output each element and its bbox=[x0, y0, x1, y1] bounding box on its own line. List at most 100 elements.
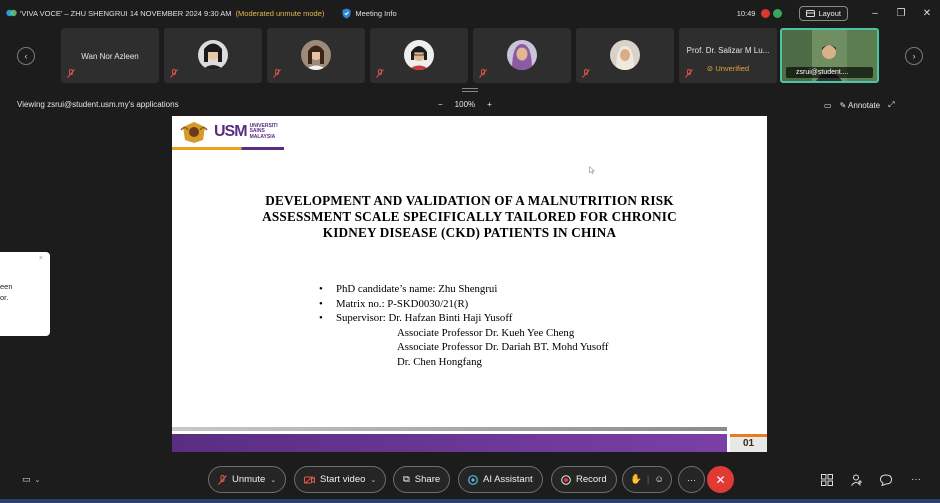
chat-icon[interactable] bbox=[880, 474, 892, 486]
chevron-down-icon[interactable]: ⌄ bbox=[270, 476, 276, 484]
reactions-button[interactable]: ✋ | ☺ bbox=[622, 466, 673, 493]
self-view-tile[interactable]: zsrui@student.... bbox=[780, 28, 879, 83]
shield-icon[interactable] bbox=[342, 8, 351, 19]
mic-muted-icon bbox=[685, 69, 693, 78]
strip-prev-button[interactable]: ‹ bbox=[17, 47, 35, 65]
record-icon bbox=[561, 474, 571, 485]
participant-video bbox=[198, 40, 228, 70]
restore-button[interactable]: ❐ bbox=[888, 8, 914, 19]
network-status-icon bbox=[773, 8, 783, 18]
resize-handle[interactable] bbox=[462, 88, 478, 92]
layout-icon bbox=[806, 9, 816, 17]
list-item: • Matrix no.: P-SKD0030/21(R) bbox=[319, 297, 609, 312]
mic-muted-icon bbox=[582, 69, 590, 78]
meeting-title: 'VIVA VOCE' – ZHU SHENGRUI 14 NOVEMBER 2… bbox=[20, 8, 232, 18]
co-supervisor: Dr. Chen Hongfang bbox=[397, 355, 482, 368]
fullscreen-icon[interactable]: ⤢ bbox=[888, 100, 894, 110]
mic-muted-icon bbox=[170, 69, 178, 78]
mic-muted-icon bbox=[273, 69, 281, 78]
usm-logo-subtitle: UNIVERSITI SAINS MALAYSIA bbox=[250, 123, 278, 141]
record-button[interactable]: Record bbox=[551, 466, 617, 493]
footer-grey-bar bbox=[172, 427, 727, 431]
participant-video bbox=[507, 40, 537, 70]
emoji-icon[interactable]: ☺ bbox=[654, 474, 664, 485]
chevron-down-icon[interactable]: ⌄ bbox=[370, 476, 376, 484]
zoom-in-button[interactable]: + bbox=[487, 100, 492, 109]
title-line: KIDNEY DISEASE (CKD) PATIENTS IN CHINA bbox=[322, 225, 617, 240]
more-options-button[interactable]: ··· bbox=[678, 466, 705, 493]
annotate-controls: ▭ ✎ Annotate ⤢ bbox=[824, 100, 894, 110]
toast-line: een bbox=[0, 282, 13, 291]
slide-page-number: 01 bbox=[730, 434, 767, 452]
unmute-label: Unmute bbox=[232, 474, 266, 485]
participant-tile[interactable] bbox=[576, 28, 674, 83]
matrix-number: Matrix no.: P-SKD0030/21(R) bbox=[336, 297, 469, 310]
annotate-label: Annotate bbox=[848, 100, 881, 110]
notification-toast[interactable]: × een or. bbox=[0, 252, 50, 336]
meeting-info-link[interactable]: Meeting Info bbox=[355, 9, 396, 18]
ai-assistant-icon bbox=[468, 474, 478, 485]
participant-tile[interactable] bbox=[267, 28, 365, 83]
ai-assistant-button[interactable]: AI Assistant bbox=[458, 466, 543, 493]
mic-muted-icon bbox=[218, 474, 227, 485]
mouse-cursor-icon bbox=[589, 166, 595, 174]
divider: | bbox=[646, 474, 650, 485]
minimize-button[interactable]: – bbox=[862, 8, 888, 19]
mic-muted-icon bbox=[376, 69, 384, 78]
annotate-button[interactable]: ✎ Annotate bbox=[840, 101, 881, 110]
pen-icon: ✎ bbox=[839, 100, 847, 110]
chevron-left-icon: ‹ bbox=[24, 51, 28, 61]
close-window-button[interactable]: ✕ bbox=[914, 8, 940, 19]
co-supervisor: Associate Professor Dr. Kueh Yee Cheng bbox=[397, 326, 575, 339]
toast-line: or. bbox=[0, 293, 9, 302]
logo-underline bbox=[172, 147, 284, 150]
chevron-right-icon: › bbox=[912, 51, 916, 61]
participants-icon[interactable] bbox=[851, 474, 863, 486]
candidate-name: PhD candidate’s name: Zhu Shengrui bbox=[336, 283, 498, 295]
participant-video bbox=[610, 40, 640, 70]
participant-tile[interactable] bbox=[164, 28, 262, 83]
unmute-button[interactable]: Unmute ⌄ bbox=[208, 466, 287, 493]
zoom-out-button[interactable]: − bbox=[438, 100, 443, 109]
participant-video bbox=[404, 40, 434, 70]
end-meeting-button[interactable]: ✕ bbox=[707, 466, 734, 493]
start-video-button[interactable]: Start video ⌄ bbox=[294, 466, 387, 493]
co-supervisor: Associate Professor Dr. Dariah BT. Mohd … bbox=[397, 341, 609, 354]
participant-strip: ‹ Wan Nor Azleen Prof. Dr. Salizar M Lu.… bbox=[0, 26, 940, 88]
close-icon[interactable]: × bbox=[39, 255, 43, 262]
more-panels-icon[interactable]: ··· bbox=[911, 474, 921, 485]
picture-in-picture-icon[interactable]: ▭ bbox=[824, 101, 832, 110]
apps-icon[interactable] bbox=[821, 474, 833, 486]
self-name-label: zsrui@student.... bbox=[786, 67, 873, 78]
participant-tile[interactable]: Prof. Dr. Salizar M Lu... ⊘ Unverified bbox=[679, 28, 777, 83]
participant-tile[interactable]: Wan Nor Azleen bbox=[61, 28, 159, 83]
layout-button[interactable]: Layout bbox=[799, 5, 848, 21]
title-line: DEVELOPMENT AND VALIDATION OF A MALNUTRI… bbox=[265, 193, 674, 208]
moderated-mode-label: (Moderated unmute mode) bbox=[235, 8, 325, 18]
participant-tile[interactable] bbox=[473, 28, 571, 83]
start-video-label: Start video bbox=[320, 474, 366, 485]
bullet-icon: • bbox=[319, 312, 323, 325]
clock: 10:49 bbox=[736, 8, 756, 18]
title-bar: 'VIVA VOCE' – ZHU SHENGRUI 14 NOVEMBER 2… bbox=[0, 0, 940, 26]
meeting-controls: ▭ ⌄ Unmute ⌄ Start video ⌄ ⧉ Share AI Ass… bbox=[0, 466, 940, 497]
zoom-controls: − 100% + bbox=[438, 100, 492, 109]
usm-logo-word: USM bbox=[214, 123, 248, 140]
strip-next-button[interactable]: › bbox=[905, 47, 923, 65]
university-crest-icon bbox=[180, 122, 208, 143]
video-off-icon bbox=[304, 475, 315, 484]
participant-tile[interactable] bbox=[370, 28, 468, 83]
ai-assistant-label: AI Assistant bbox=[483, 474, 533, 485]
share-button[interactable]: ⧉ Share bbox=[393, 466, 451, 493]
self-name: zsrui@student.... bbox=[796, 69, 849, 76]
shared-slide: USM UNIVERSITI SAINS MALAYSIA DEVELOPMEN… bbox=[172, 116, 767, 452]
mic-muted-icon bbox=[479, 69, 487, 78]
recording-indicator-icon bbox=[761, 8, 771, 18]
mic-muted-icon bbox=[67, 69, 75, 78]
raise-hand-icon[interactable]: ✋ bbox=[630, 474, 642, 485]
slide-title: DEVELOPMENT AND VALIDATION OF A MALNUTRI… bbox=[202, 193, 737, 241]
bullet-icon: • bbox=[319, 283, 323, 295]
list-item: • Supervisor: Dr. Hafzan Binti Haji Yusof… bbox=[319, 311, 609, 326]
chevron-down-icon: ⌄ bbox=[34, 476, 41, 484]
captions-button[interactable]: ▭ ⌄ bbox=[22, 474, 40, 485]
